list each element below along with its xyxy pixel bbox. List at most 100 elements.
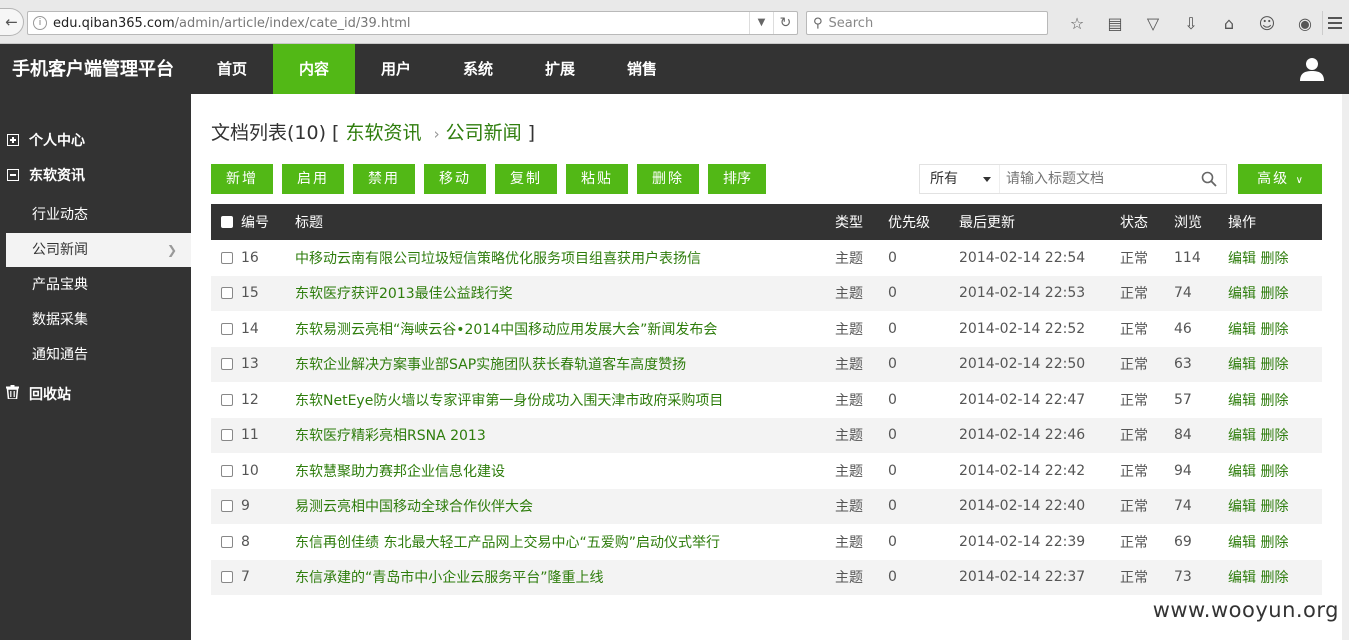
cell-views: 114 bbox=[1174, 249, 1201, 266]
sidebar-item-company-news[interactable]: 公司新闻 ❯ bbox=[6, 233, 191, 267]
table-header-row: 编号 标题 类型 优先级 最后更新 状态 浏览 操作 bbox=[211, 204, 1322, 240]
sidebar-item-data-collection[interactable]: 数据采集 bbox=[6, 303, 191, 337]
edit-link[interactable]: 编辑 bbox=[1228, 393, 1256, 409]
article-title-link[interactable]: 东信再创佳绩 东北最大轻工产品网上交易中心“五爱购”启动仪式举行 bbox=[295, 535, 720, 551]
sidebar-group-personal-center[interactable]: 个人中心 bbox=[0, 122, 191, 158]
delete-link[interactable]: 删除 bbox=[1260, 251, 1288, 267]
nav-content[interactable]: 内容 bbox=[273, 44, 355, 94]
sidebar-group-recycle-bin[interactable]: 回收站 bbox=[0, 376, 191, 412]
site-info-icon[interactable]: i bbox=[33, 16, 47, 30]
back-button[interactable]: ← bbox=[0, 8, 24, 36]
nav-extensions[interactable]: 扩展 bbox=[519, 44, 601, 94]
edit-link[interactable]: 编辑 bbox=[1228, 357, 1256, 373]
article-title-link[interactable]: 易测云亮相中国移动全球合作伙伴大会 bbox=[295, 499, 533, 515]
delete-link[interactable]: 删除 bbox=[1260, 322, 1288, 338]
edit-link[interactable]: 编辑 bbox=[1228, 251, 1256, 267]
row-checkbox[interactable] bbox=[221, 429, 233, 442]
breadcrumb-company-news[interactable]: 公司新闻 bbox=[446, 122, 522, 144]
delete-link[interactable]: 删除 bbox=[1260, 499, 1288, 515]
sidebar-group-label: 回收站 bbox=[29, 387, 71, 403]
browser-search-bar[interactable]: ⚲ Search bbox=[806, 11, 1048, 35]
bookmark-star-icon[interactable]: ☆ bbox=[1058, 11, 1096, 35]
chat-icon[interactable]: ☺ bbox=[1248, 11, 1286, 35]
delete-link[interactable]: 删除 bbox=[1260, 464, 1288, 480]
cell-views: 46 bbox=[1174, 320, 1192, 337]
article-title-link[interactable]: 东软NetEye防火墙以专家评审第一身份成功入围天津市政府采购项目 bbox=[295, 393, 723, 409]
download-icon[interactable]: ⇩ bbox=[1172, 11, 1210, 35]
url-text[interactable]: edu.qiban365.com/admin/article/index/cat… bbox=[53, 16, 749, 31]
sidebar-item-product-guide[interactable]: 产品宝典 bbox=[6, 268, 191, 302]
disable-button[interactable]: 禁用 bbox=[353, 164, 415, 194]
delete-link[interactable]: 删除 bbox=[1260, 570, 1288, 586]
row-checkbox[interactable] bbox=[221, 393, 233, 406]
edit-link[interactable]: 编辑 bbox=[1228, 428, 1256, 444]
cell-views: 74 bbox=[1174, 498, 1192, 515]
scrollbar[interactable] bbox=[1342, 94, 1349, 640]
table-row: 10 东软慧聚助力赛邦企业信息化建设 主题 0 2014-02-14 22:42 正常 94… bbox=[211, 453, 1322, 489]
edit-link[interactable]: 编辑 bbox=[1228, 535, 1256, 551]
row-checkbox[interactable] bbox=[221, 535, 233, 548]
reload-icon[interactable]: ↻ bbox=[773, 12, 797, 34]
title-search-input[interactable] bbox=[1000, 165, 1192, 193]
delete-link[interactable]: 删除 bbox=[1260, 357, 1288, 373]
reading-list-icon[interactable]: ▤ bbox=[1096, 11, 1134, 35]
paste-button[interactable]: 粘贴 bbox=[566, 164, 628, 194]
advanced-search-button[interactable]: 高级 ∨ bbox=[1238, 164, 1322, 194]
article-title-link[interactable]: 东软医疗精彩亮相RSNA 2013 bbox=[295, 428, 486, 444]
delete-link[interactable]: 删除 bbox=[1260, 286, 1288, 302]
addon-icon[interactable]: ◉ bbox=[1286, 11, 1324, 35]
delete-link[interactable]: 删除 bbox=[1260, 393, 1288, 409]
home-icon[interactable]: ⌂ bbox=[1210, 11, 1248, 35]
article-title-link[interactable]: 东软企业解决方案事业部SAP实施团队获长春轨道客车高度赞扬 bbox=[295, 357, 686, 373]
edit-link[interactable]: 编辑 bbox=[1228, 322, 1256, 338]
add-button[interactable]: 新增 bbox=[211, 164, 273, 194]
nav-users[interactable]: 用户 bbox=[355, 44, 437, 94]
copy-button[interactable]: 复制 bbox=[495, 164, 557, 194]
sidebar-item-industry-news[interactable]: 行业动态 bbox=[6, 198, 191, 232]
edit-link[interactable]: 编辑 bbox=[1228, 464, 1256, 480]
article-title-link[interactable]: 中移动云南有限公司垃圾短信策略优化服务项目组喜获用户表扬信 bbox=[295, 251, 701, 267]
nav-sales[interactable]: 销售 bbox=[601, 44, 683, 94]
browser-menu-button[interactable] bbox=[1322, 11, 1346, 35]
delete-link[interactable]: 删除 bbox=[1260, 535, 1288, 551]
edit-link[interactable]: 编辑 bbox=[1228, 570, 1256, 586]
pocket-icon[interactable]: ▽ bbox=[1134, 11, 1172, 35]
sidebar-group-neusoft-news[interactable]: 东软资讯 bbox=[0, 157, 191, 193]
enable-button[interactable]: 启用 bbox=[282, 164, 344, 194]
sidebar-item-notices[interactable]: 通知通告 bbox=[6, 338, 191, 372]
row-checkbox[interactable] bbox=[221, 287, 233, 300]
row-checkbox[interactable] bbox=[221, 322, 233, 335]
delete-button[interactable]: 删除 bbox=[637, 164, 699, 194]
article-title-link[interactable]: 东软医疗获评2013最佳公益践行奖 bbox=[295, 286, 513, 302]
search-icon[interactable] bbox=[1192, 165, 1226, 193]
page-title-suffix: ] bbox=[527, 122, 536, 144]
address-bar[interactable]: i edu.qiban365.com/admin/article/index/c… bbox=[27, 11, 798, 35]
nav-home[interactable]: 首页 bbox=[191, 44, 273, 94]
edit-link[interactable]: 编辑 bbox=[1228, 499, 1256, 515]
row-checkbox[interactable] bbox=[221, 358, 233, 371]
status-select[interactable]: 所有 bbox=[920, 165, 1000, 193]
table-row: 11 东软医疗精彩亮相RSNA 2013 主题 0 2014-02-14 22:46 正常… bbox=[211, 417, 1322, 453]
table-row: 8 东信再创佳绩 东北最大轻工产品网上交易中心“五爱购”启动仪式举行 主题 0 2014… bbox=[211, 524, 1322, 560]
col-priority: 优先级 bbox=[888, 215, 930, 231]
user-icon[interactable] bbox=[1299, 56, 1325, 82]
cell-updated: 2014-02-14 22:40 bbox=[959, 498, 1086, 515]
cell-priority: 0 bbox=[888, 249, 897, 266]
row-checkbox[interactable] bbox=[221, 500, 233, 513]
delete-link[interactable]: 删除 bbox=[1260, 428, 1288, 444]
nav-system[interactable]: 系统 bbox=[437, 44, 519, 94]
edit-link[interactable]: 编辑 bbox=[1228, 286, 1256, 302]
cell-status: 正常 bbox=[1120, 570, 1148, 587]
article-title-link[interactable]: 东信承建的“青岛市中小企业云服务平台”隆重上线 bbox=[295, 570, 604, 586]
breadcrumb-neusoft-news[interactable]: 东软资讯 bbox=[346, 122, 422, 144]
sort-button[interactable]: 排序 bbox=[708, 164, 766, 194]
move-button[interactable]: 移动 bbox=[424, 164, 486, 194]
row-checkbox[interactable] bbox=[221, 464, 233, 477]
article-title-link[interactable]: 东软易测云亮相“海峡云谷•2014中国移动应用发展大会”新闻发布会 bbox=[295, 322, 717, 338]
row-checkbox[interactable] bbox=[221, 251, 233, 264]
row-checkbox[interactable] bbox=[221, 571, 233, 584]
plus-square-icon bbox=[7, 134, 19, 146]
dropdown-arrow-icon[interactable]: ▼ bbox=[749, 12, 773, 34]
select-all-checkbox[interactable] bbox=[221, 216, 233, 228]
article-title-link[interactable]: 东软慧聚助力赛邦企业信息化建设 bbox=[295, 464, 505, 480]
